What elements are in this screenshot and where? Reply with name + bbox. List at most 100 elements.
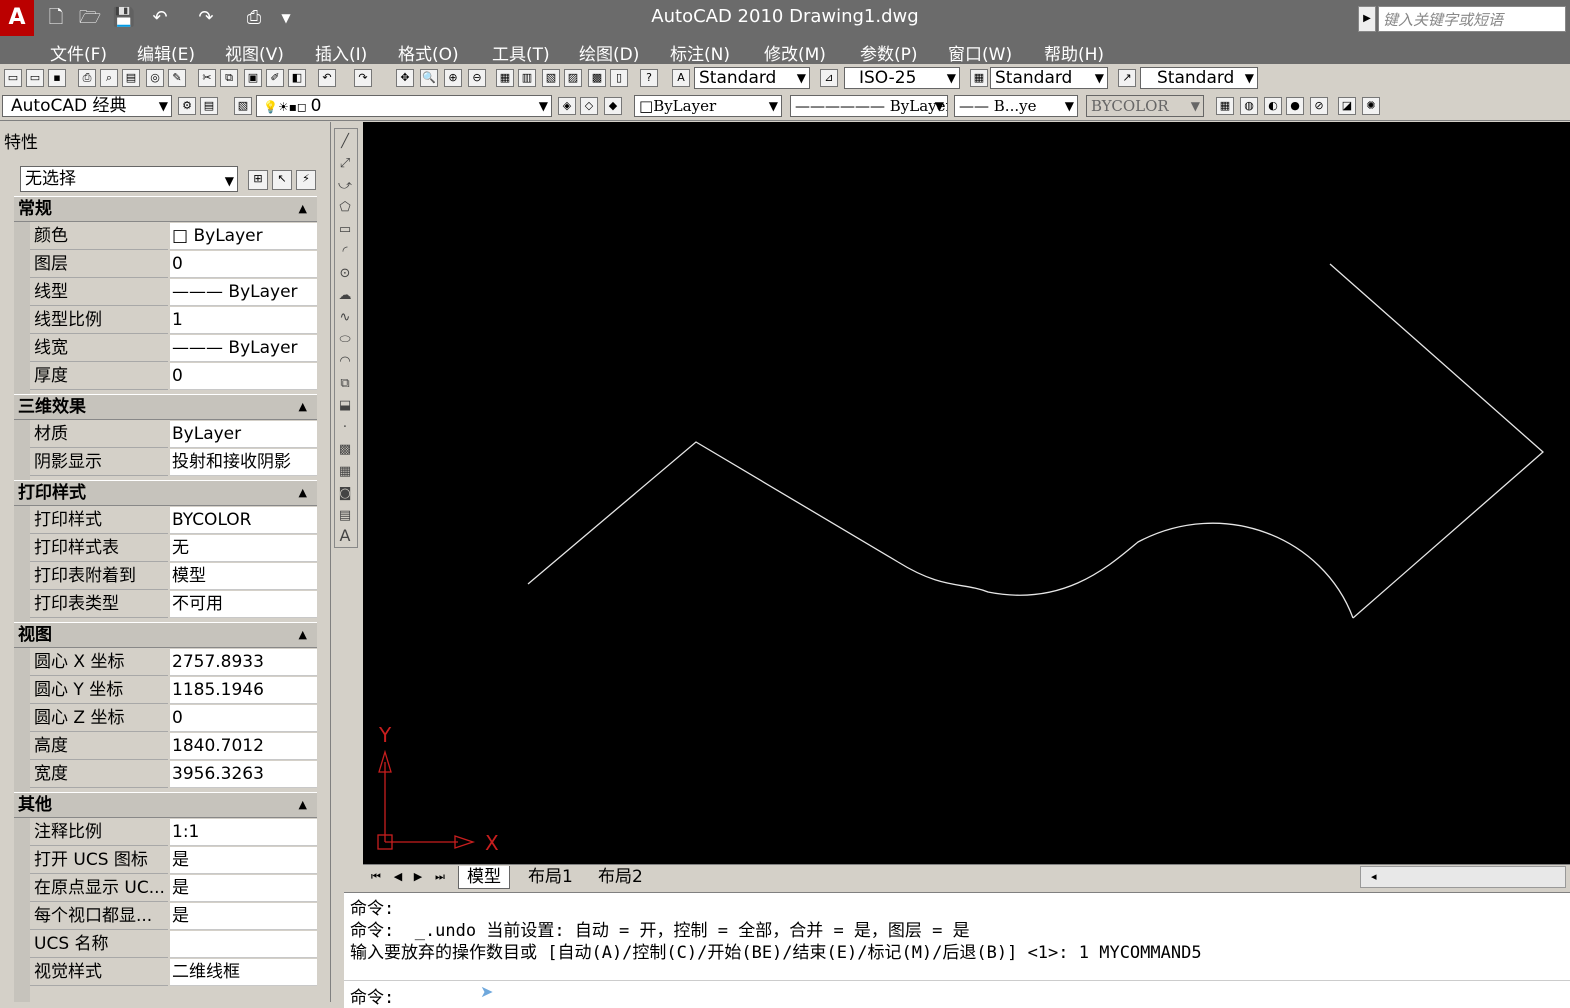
- property-value[interactable]: 1185.1946: [170, 677, 317, 704]
- property-value[interactable]: □ ByLayer: [170, 223, 317, 250]
- polyline-icon[interactable]: ⤻: [337, 178, 353, 194]
- layer-state-icon[interactable]: ◆: [604, 97, 622, 115]
- zoom-window-icon[interactable]: ⊕: [444, 69, 462, 87]
- property-row[interactable]: 圆心 Y 坐标 1185.1946: [30, 677, 317, 705]
- search-expand-icon[interactable]: ▶: [1358, 6, 1376, 32]
- property-value[interactable]: 1840.7012: [170, 733, 317, 760]
- menu-format[interactable]: 格式(O): [398, 40, 459, 65]
- property-row[interactable]: 阴影显示 投射和接收阴影: [30, 449, 317, 477]
- mtext-icon[interactable]: A: [337, 528, 353, 544]
- property-row[interactable]: 圆心 X 坐标 2757.8933: [30, 649, 317, 677]
- property-value[interactable]: 2757.8933: [170, 649, 317, 676]
- property-value[interactable]: ——— ByLayer: [170, 335, 317, 362]
- hatch-icon[interactable]: ▩: [337, 442, 353, 458]
- property-section-header[interactable]: 三维效果 ▲: [14, 394, 317, 420]
- dim-style-icon[interactable]: ⊿: [820, 69, 838, 87]
- quick-select-icon[interactable]: ⚡: [296, 170, 316, 190]
- paste-icon[interactable]: ▣: [244, 69, 262, 87]
- menu-tools[interactable]: 工具(T): [492, 40, 550, 65]
- property-row[interactable]: 打开 UCS 图标是: [30, 847, 317, 875]
- last-tab-icon[interactable]: ⏭: [432, 868, 448, 886]
- tab-model[interactable]: 模型: [458, 866, 510, 889]
- select-objects-icon[interactable]: ↖: [272, 170, 292, 190]
- menu-insert[interactable]: 插入(I): [315, 40, 367, 65]
- 3d-dwf-icon[interactable]: ◎: [146, 69, 164, 87]
- workspace-settings-icon[interactable]: ⚙: [178, 97, 196, 115]
- property-value[interactable]: 1:1: [170, 819, 317, 846]
- property-value[interactable]: ByLayer: [170, 421, 317, 448]
- property-row[interactable]: 打印表类型 不可用: [30, 591, 317, 619]
- property-row[interactable]: 打印样式 BYCOLOR: [30, 507, 317, 535]
- line-icon[interactable]: ╱: [337, 134, 353, 150]
- block-editor-icon[interactable]: ◧: [288, 69, 306, 87]
- design-center-icon[interactable]: ▥: [518, 69, 536, 87]
- menu-modify[interactable]: 修改(M): [764, 40, 826, 65]
- markup-icon[interactable]: ▩: [588, 69, 606, 87]
- property-value[interactable]: 投射和接收阴影: [170, 449, 317, 476]
- visual-styles-manager-icon[interactable]: ◪: [1338, 97, 1356, 115]
- selection-select[interactable]: 无选择 ▼: [20, 166, 238, 192]
- table-icon[interactable]: ▤: [337, 508, 353, 524]
- menu-edit[interactable]: 编辑(E): [137, 40, 195, 65]
- property-row[interactable]: 打印样式表无: [30, 535, 317, 563]
- revcloud-icon[interactable]: ☁: [337, 288, 353, 304]
- property-row[interactable]: 厚度 0: [30, 363, 317, 391]
- redo-icon[interactable]: ↷: [354, 69, 372, 87]
- calculator-icon[interactable]: ▯: [610, 69, 628, 87]
- property-row[interactable]: 视觉样式 二维线框: [30, 959, 317, 987]
- property-row[interactable]: 打印表附着到 模型: [30, 563, 317, 591]
- lineweight-select[interactable]: —— B...ye ▼: [954, 95, 1078, 117]
- hidden-icon[interactable]: ◐: [1264, 97, 1282, 115]
- property-row[interactable]: 材质 ByLayer: [30, 421, 317, 449]
- property-row[interactable]: 线型比例 1: [30, 307, 317, 335]
- color-select[interactable]: □ByLayer ▼: [634, 95, 782, 117]
- property-row[interactable]: 每个视口都显... 是: [30, 903, 317, 931]
- etransmit-icon[interactable]: ✎: [168, 69, 186, 87]
- property-section-header[interactable]: 打印样式 ▲: [14, 480, 317, 506]
- plot-icon[interactable]: ⎙: [78, 69, 96, 87]
- property-row[interactable]: 图层 0: [30, 251, 317, 279]
- property-row[interactable]: 注释比例 1:1: [30, 819, 317, 847]
- collapse-icon[interactable]: ▲: [299, 481, 307, 505]
- copy-icon[interactable]: ⧉: [220, 69, 238, 87]
- property-value[interactable]: ——— ByLayer: [170, 279, 317, 306]
- conceptual-icon[interactable]: ⊘: [1310, 97, 1328, 115]
- make-block-icon[interactable]: ⬓: [337, 398, 353, 414]
- collapse-icon[interactable]: ▲: [299, 395, 307, 419]
- property-value[interactable]: [170, 931, 317, 958]
- ellipse-icon[interactable]: ⬭: [337, 332, 353, 348]
- property-section-header[interactable]: 常规 ▲: [14, 196, 317, 222]
- zoom-previous-icon[interactable]: ⊖: [468, 69, 486, 87]
- spline-curve[interactable]: [897, 522, 1354, 619]
- polyline-segment[interactable]: [527, 441, 899, 585]
- workspace-select[interactable]: AutoCAD 经典 ▼: [2, 95, 172, 117]
- publish-icon[interactable]: ▤: [122, 69, 140, 87]
- property-value[interactable]: 0: [170, 363, 317, 390]
- table-style-select[interactable]: Standard ▼: [990, 67, 1108, 89]
- pan-icon[interactable]: ✥: [396, 69, 414, 87]
- render-icon[interactable]: ✺: [1362, 97, 1380, 115]
- property-value[interactable]: 不可用: [170, 591, 317, 618]
- property-row[interactable]: 圆心 Z 坐标 0: [30, 705, 317, 733]
- prev-tab-icon[interactable]: ◀: [390, 868, 406, 886]
- horizontal-scrollbar[interactable]: ◂: [1360, 866, 1566, 888]
- property-value[interactable]: 3956.3263: [170, 761, 317, 788]
- open-icon[interactable]: ▭: [26, 69, 44, 87]
- point-icon[interactable]: ·: [337, 420, 353, 436]
- property-value[interactable]: 无: [170, 535, 317, 562]
- dim-style-select[interactable]: ISO-25 ▼: [844, 67, 960, 89]
- layer-select[interactable]: 💡☀▪◻ 0 ▼: [256, 95, 552, 117]
- menu-help[interactable]: 帮助(H): [1044, 40, 1104, 65]
- make-current-layer-icon[interactable]: ◈: [558, 97, 576, 115]
- menu-parametric[interactable]: 参数(P): [860, 40, 918, 65]
- toggle-pickadd-icon[interactable]: ⊞: [248, 170, 268, 190]
- menu-dimension[interactable]: 标注(N): [670, 40, 730, 65]
- construction-line-icon[interactable]: ⤢: [337, 156, 353, 172]
- gradient-icon[interactable]: ▦: [337, 464, 353, 480]
- arrow-segment[interactable]: [1329, 263, 1544, 619]
- property-row[interactable]: UCS 名称: [30, 931, 317, 959]
- property-section-header[interactable]: 其他 ▲: [14, 792, 317, 818]
- layer-previous-icon[interactable]: ◇: [580, 97, 598, 115]
- match-properties-icon[interactable]: ✐: [266, 69, 284, 87]
- collapse-icon[interactable]: ▲: [299, 793, 307, 817]
